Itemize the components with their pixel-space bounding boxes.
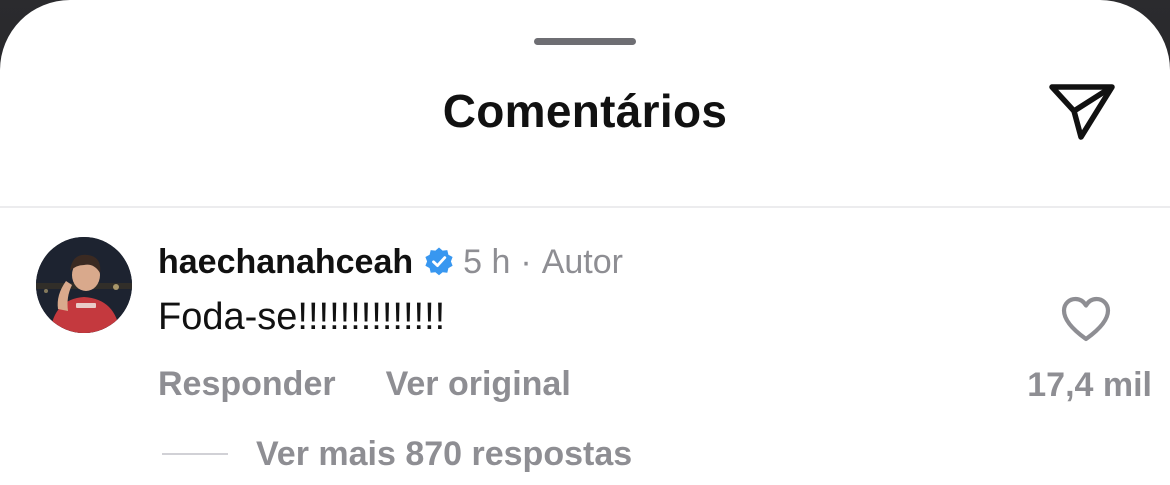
comment-header: haechanahceah 5 h · Autor — [158, 240, 623, 284]
see-original-button[interactable]: Ver original — [386, 365, 571, 404]
sheet-grabber-handle[interactable] — [534, 38, 636, 45]
replies-divider-line — [162, 453, 228, 455]
comment-text: Foda-se!!!!!!!!!!!!!! — [158, 296, 446, 338]
view-more-replies-button[interactable]: Ver mais 870 respostas — [162, 432, 632, 476]
sheet-title: Comentários — [442, 85, 728, 137]
profile-photo — [36, 237, 132, 333]
like-button[interactable] — [1058, 292, 1114, 346]
comment-actions: Responder Ver original — [158, 362, 571, 406]
author-tag: Autor — [541, 242, 623, 281]
header-divider — [0, 206, 1170, 208]
comment-username[interactable]: haechanahceah — [158, 243, 413, 282]
paper-plane-icon — [1049, 84, 1115, 140]
share-button[interactable] — [1040, 76, 1124, 148]
heart-outline-icon — [1061, 296, 1111, 342]
verified-badge-icon — [423, 246, 455, 278]
reply-button[interactable]: Responder — [158, 365, 336, 404]
comment-timestamp: 5 h — [463, 242, 511, 281]
view-more-replies-label: Ver mais 870 respostas — [256, 434, 633, 473]
comments-sheet: Comentários haechanahceah 5 h · Autor Fo… — [0, 0, 1170, 485]
like-count: 17,4 mil — [1027, 366, 1152, 404]
avatar[interactable] — [36, 237, 132, 333]
meta-separator: · — [520, 242, 532, 281]
